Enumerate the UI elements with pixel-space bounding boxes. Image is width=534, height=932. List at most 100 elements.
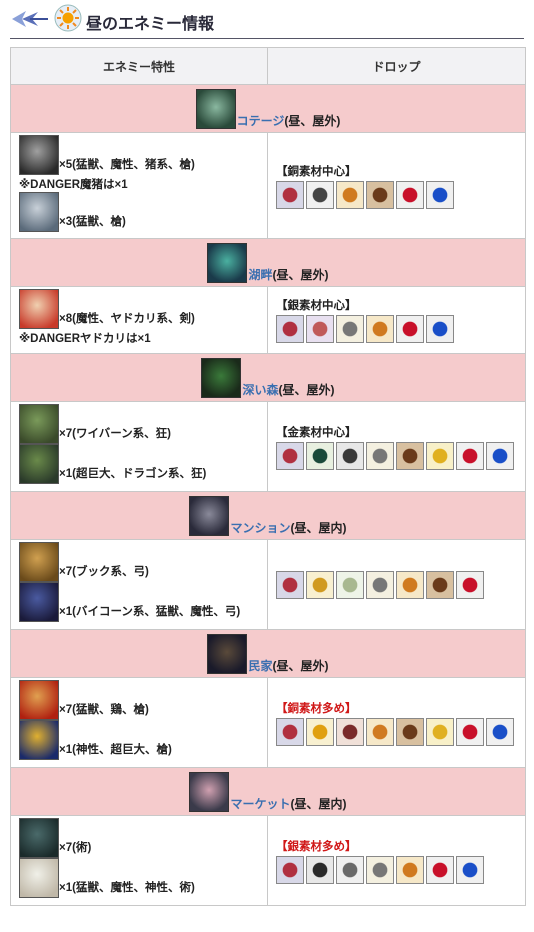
area-content-row: ×8(魔性、ヤドカリ系、剣) ※DANGERヤドカリは×1 【銀素材中心】 — [10, 286, 526, 354]
area-content-row: ×5(猛獣、魔性、猪系、槍) ※DANGER魔猪は×1 ×3(猛獣、槍) 【銅素材中心… — [10, 132, 526, 239]
enemy-cell: ×7(術) ×1(猛獣、魔性、神性、術) — [10, 815, 268, 906]
chain-icon — [366, 570, 394, 599]
enemy-cell: ×7(ワイバーン系、狂) ×1(超巨大、ドラゴン系、狂) — [10, 401, 268, 492]
wyvern-enemy-icon — [19, 404, 59, 444]
meat-icon — [336, 717, 364, 746]
dumpling-icon — [396, 570, 424, 599]
area-link[interactable]: マンション — [230, 519, 290, 536]
drop-label: 【銀素材中心】 — [276, 300, 357, 312]
enemy-count-traits: ×7(ワイバーン系、狂) — [59, 428, 171, 440]
drop-icon-list — [276, 855, 517, 884]
drop-column-header: ドロップ — [267, 47, 526, 85]
wood-logs-icon — [396, 441, 424, 470]
enemy-count-traits: ×5(猛獣、魔性、猪系、槍) — [59, 159, 195, 171]
wood-logs-icon — [396, 717, 424, 746]
lakeside-image — [207, 243, 248, 283]
area-header-row: 湖畔 (昼、屋外) — [10, 238, 526, 287]
rooster-enemy-icon — [19, 680, 59, 720]
gold-lamp-icon — [306, 717, 334, 746]
enemy-count-traits: ×8(魔性、ヤドカリ系、剣) — [59, 313, 195, 325]
dragon-enemy-icon — [19, 444, 59, 484]
crystal-egg-icon — [306, 315, 334, 343]
enemy-count-traits: ×1(猛獣、魔性、神性、術) — [59, 882, 195, 894]
area-link[interactable]: 民家 — [248, 657, 272, 674]
danger-note: ※DANGERヤドカリは×1 — [19, 333, 151, 345]
enemy-entry: ×1(猛獣、魔性、神性、術) — [19, 858, 259, 898]
enemy-entry: ×3(猛獣、槍) — [19, 192, 259, 232]
area-link[interactable]: 深い森 — [242, 381, 278, 398]
bicorn-enemy-icon — [19, 582, 59, 622]
enemy-count-traits: ×1(バイコーン系、猛獣、魔性、弓) — [59, 606, 241, 618]
section-header: 昼のエネミー情報 — [10, 0, 524, 39]
red-gem-icon — [426, 855, 454, 884]
red-gem-icon — [396, 180, 424, 209]
enemy-entry: ×7(猛獣、鶏、槍) — [19, 680, 259, 720]
enemy-column-header: エネミー特性 — [10, 47, 268, 85]
drop-cell — [267, 539, 526, 630]
enemy-cell: ×7(ブック系、弓) ×1(バイコーン系、猛獣、魔性、弓) — [10, 539, 268, 630]
area-content-row: ×7(ワイバーン系、狂) ×1(超巨大、ドラゴン系、狂) 【金素材中心】 — [10, 401, 526, 492]
drop-label: 【銅素材多め】 — [276, 702, 357, 715]
area-content-row: ×7(ブック系、弓) ×1(バイコーン系、猛獣、魔性、弓) — [10, 539, 526, 630]
skull-material-icon — [276, 570, 304, 599]
page-title: 昼のエネミー情報 — [86, 16, 215, 33]
mansion-image — [189, 496, 230, 536]
area-header-cell: 深い森 (昼、屋外) — [10, 353, 526, 402]
drop-label: 【金素材中心】 — [276, 426, 357, 439]
house-image — [207, 634, 248, 674]
area-time-location: (昼、屋内) — [290, 797, 347, 811]
dragon-wing-icon — [306, 441, 334, 470]
area-header-row: マンション (昼、屋内) — [10, 491, 526, 540]
enemy-entry: ×5(猛獣、魔性、猪系、槍) — [19, 135, 259, 175]
enemy-entry: ×7(術) — [19, 818, 259, 858]
area-link[interactable]: マーケット — [230, 795, 290, 812]
drop-icon-list — [276, 441, 517, 470]
enemy-count-traits: ×3(猛獣、槍) — [59, 216, 126, 228]
enemy-count-traits: ×7(ブック系、弓) — [59, 566, 149, 578]
boar-enemy-icon — [19, 135, 59, 175]
area-header-cell: コテージ (昼、屋外) — [10, 84, 526, 133]
drop-cell: 【銀素材多め】 — [267, 815, 526, 906]
area-link[interactable]: コテージ — [237, 112, 285, 129]
drop-icon-list — [276, 315, 517, 343]
area-time-location: (昼、屋外) — [284, 114, 341, 128]
deep-forest-image — [201, 358, 242, 398]
enemy-count-traits: ×7(術) — [59, 842, 92, 854]
wolf-enemy-icon — [19, 192, 59, 232]
arrow-emblem-icon — [12, 11, 48, 27]
blue-gem-icon — [486, 441, 514, 470]
drop-icon-list — [276, 180, 517, 209]
wood-logs-icon — [366, 180, 394, 209]
wood-logs-icon — [426, 570, 454, 599]
danger-note: ※DANGER魔猪は×1 — [19, 179, 128, 191]
enemy-entry: ×8(魔性、ヤドカリ系、剣) — [19, 289, 259, 329]
area-link[interactable]: 湖畔 — [248, 266, 272, 283]
enemy-entry: ×7(ワイバーン系、狂) — [19, 404, 259, 444]
cauldron-icon — [306, 855, 334, 884]
area-time-location: (昼、屋内) — [290, 521, 347, 535]
gold-horn-icon — [306, 570, 334, 599]
area-header-cell: 湖畔 (昼、屋外) — [10, 238, 526, 287]
area-header-row: マーケット (昼、屋内) — [10, 767, 526, 816]
area-header-cell: マンション (昼、屋内) — [10, 491, 526, 540]
drop-label: 【銅素材中心】 — [276, 165, 357, 178]
sun-icon — [54, 4, 82, 32]
area-time-location: (昼、屋外) — [272, 268, 329, 282]
chain-icon — [336, 315, 364, 343]
claw-icon — [336, 855, 364, 884]
enemy-cell: ×7(猛獣、鶏、槍) ×1(神性、超巨大、槍) — [10, 677, 268, 768]
enemy-count-traits: ×1(神性、超巨大、槍) — [59, 744, 172, 756]
blue-gem-icon — [456, 855, 484, 884]
blue-gem-icon — [426, 180, 454, 209]
dumpling-icon — [366, 315, 394, 343]
horseshoe-icon — [306, 180, 334, 209]
sheep-enemy-icon — [19, 858, 59, 898]
drop-cell: 【銀素材中心】 — [267, 286, 526, 354]
red-gem-icon — [456, 570, 484, 599]
dumpling-icon — [336, 180, 364, 209]
chain-icon — [366, 441, 394, 470]
blue-gem-icon — [486, 717, 514, 746]
drop-cell: 【銅素材多め】 — [267, 677, 526, 768]
enemy-cell: ×8(魔性、ヤドカリ系、剣) ※DANGERヤドカリは×1 — [10, 286, 268, 354]
enemy-info-table: エネミー特性 ドロップ コテージ (昼、屋外) ×5(猛獣、魔性、猪系、槍) ※DAN… — [10, 47, 526, 906]
